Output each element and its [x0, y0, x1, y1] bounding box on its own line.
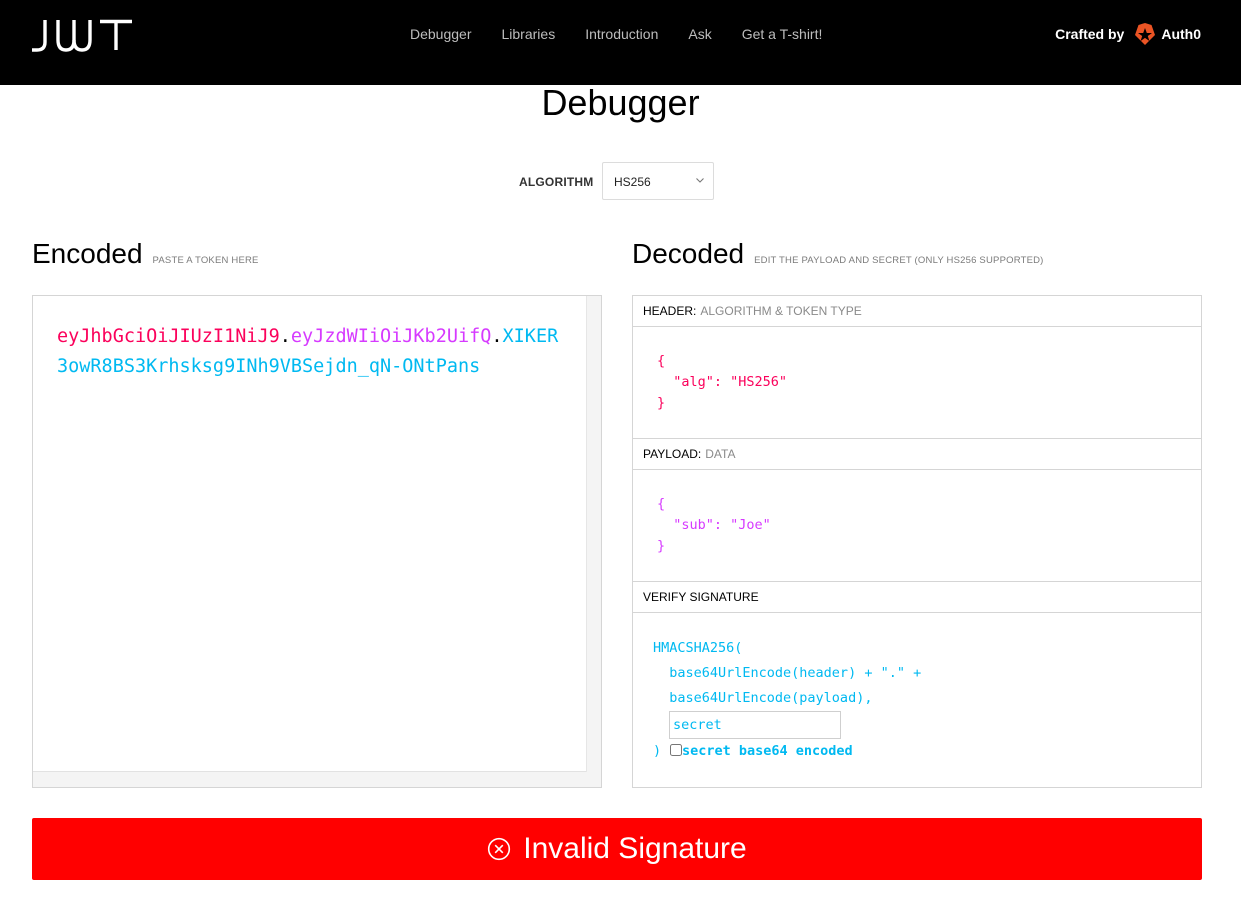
payload-title-label: PAYLOAD:: [643, 447, 702, 461]
nav-link-debugger[interactable]: Debugger: [410, 26, 472, 42]
nav-link-introduction[interactable]: Introduction: [585, 26, 658, 42]
chevron-down-icon: [696, 178, 704, 183]
vertical-scrollbar[interactable]: [586, 296, 601, 772]
horizontal-scrollbar[interactable]: [33, 772, 601, 787]
payload-title-sub: DATA: [705, 447, 736, 461]
header-title-sub: ALGORITHM & TOKEN TYPE: [700, 304, 862, 318]
decoded-hint: EDIT THE PAYLOAD AND SECRET (ONLY HS256 …: [754, 255, 1044, 266]
algorithm-select[interactable]: HS256: [602, 162, 714, 200]
payload-section-title: PAYLOAD: DATA: [633, 439, 1201, 470]
secret-input[interactable]: [669, 711, 841, 739]
crafted-by-label: Crafted by: [1055, 26, 1125, 42]
nav-link-ask[interactable]: Ask: [688, 26, 711, 42]
encoded-hint: PASTE A TOKEN HERE: [152, 255, 259, 266]
encoded-title: Encoded: [32, 238, 143, 269]
payload-json-editor[interactable]: { "sub": "Joe" }: [657, 494, 771, 557]
x-circle-icon: [488, 837, 511, 861]
auth0-brand-text: Auth0: [1161, 26, 1201, 42]
auth0-shield-icon: [1135, 23, 1156, 45]
page-title: Debugger: [541, 82, 700, 123]
encoded-heading: Encoded PASTE A TOKEN HERE: [32, 238, 259, 270]
secret-base64-label[interactable]: secret base64 encoded: [682, 741, 853, 762]
algorithm-label: ALGORITHM: [519, 175, 594, 189]
crafted-by-auth0[interactable]: Crafted by Auth0: [1055, 20, 1201, 48]
verify-close-paren: ): [653, 743, 662, 759]
algorithm-selected-value: HS256: [614, 175, 651, 189]
encoded-token-editor[interactable]: eyJhbGciOiJIUzI1NiJ9.eyJzdWIiOiJKb2UifQ.…: [32, 295, 602, 788]
jwt-logo[interactable]: [31, 18, 133, 52]
encoded-editor-area[interactable]: eyJhbGciOiJIUzI1NiJ9.eyJzdWIiOiJKb2UifQ.…: [33, 296, 587, 772]
encoded-token-text[interactable]: eyJhbGciOiJIUzI1NiJ9.eyJzdWIiOiJKb2UifQ.…: [57, 322, 567, 382]
header-json-editor[interactable]: { "alg": "HS256" }: [657, 351, 787, 414]
decoded-title: Decoded: [632, 238, 745, 269]
token-header-part: eyJhbGciOiJIUzI1NiJ9: [57, 326, 280, 347]
token-dot: .: [279, 326, 291, 347]
top-navbar: Debugger Libraries Introduction Ask Get …: [0, 0, 1241, 85]
signature-status-banner: Invalid Signature: [32, 818, 1202, 880]
decoded-heading: Decoded EDIT THE PAYLOAD AND SECRET (ONL…: [632, 238, 1044, 270]
decoded-panel: HEADER: ALGORITHM & TOKEN TYPE { "alg": "…: [632, 295, 1202, 788]
nav-link-libraries[interactable]: Libraries: [502, 26, 556, 42]
token-payload-part: eyJzdWIiOiJKb2UifQ: [290, 326, 492, 347]
nav-link-tshirt[interactable]: Get a T-shirt!: [742, 26, 823, 42]
signature-status-text: Invalid Signature: [523, 832, 747, 865]
verify-signature-code: HMACSHA256( base64UrlEncode(header) + ".…: [653, 640, 922, 706]
token-dot: .: [491, 326, 503, 347]
main-nav: Debugger Libraries Introduction Ask Get …: [395, 0, 837, 68]
header-title-label: HEADER:: [643, 304, 697, 318]
verify-signature-title: VERIFY SIGNATURE: [633, 582, 1201, 613]
header-section-title: HEADER: ALGORITHM & TOKEN TYPE: [633, 296, 1201, 327]
secret-base64-checkbox[interactable]: [670, 744, 682, 756]
